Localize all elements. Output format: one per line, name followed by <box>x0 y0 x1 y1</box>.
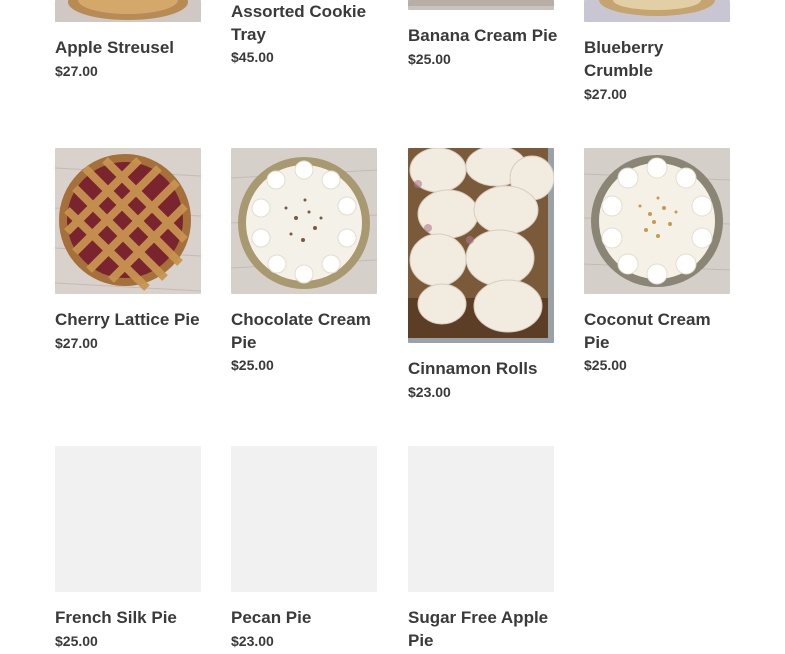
product-image[interactable] <box>584 0 730 22</box>
product-image-placeholder[interactable] <box>231 446 377 592</box>
product-image-placeholder[interactable] <box>55 446 201 592</box>
product-image[interactable] <box>584 148 730 294</box>
product-title[interactable]: Cinnamon Rolls <box>408 357 568 380</box>
product-title[interactable]: Cherry Lattice Pie <box>55 308 215 331</box>
product-title[interactable]: Blueberry Crumble <box>584 36 704 82</box>
product-title[interactable]: Apple Streusel <box>55 36 215 59</box>
product-price: $25.00 <box>584 357 627 373</box>
product-price: $27.00 <box>55 63 98 79</box>
product-title[interactable]: Banana Cream Pie <box>408 24 568 47</box>
product-image[interactable] <box>55 0 201 22</box>
product-title[interactable]: Coconut Cream Pie <box>584 308 734 354</box>
product-title[interactable]: Chocolate Cream Pie <box>231 308 381 354</box>
product-price: $25.00 <box>231 357 274 373</box>
product-image[interactable] <box>55 148 201 294</box>
product-image[interactable] <box>231 148 377 294</box>
product-price: $27.00 <box>55 335 98 351</box>
product-price: $45.00 <box>231 49 274 65</box>
product-price: $25.00 <box>408 51 451 67</box>
product-price: $27.00 <box>584 86 627 102</box>
product-price: $23.00 <box>408 384 451 400</box>
product-image[interactable] <box>408 0 554 10</box>
product-image-placeholder[interactable] <box>408 446 554 592</box>
product-price: $23.00 <box>231 633 274 649</box>
product-title[interactable]: Assorted Cookie Tray <box>231 0 381 46</box>
product-title[interactable]: Sugar Free Apple Pie <box>408 606 558 652</box>
product-title[interactable]: Pecan Pie <box>231 606 391 629</box>
product-image[interactable] <box>408 148 554 343</box>
product-title[interactable]: French Silk Pie <box>55 606 215 629</box>
product-price: $25.00 <box>55 633 98 649</box>
